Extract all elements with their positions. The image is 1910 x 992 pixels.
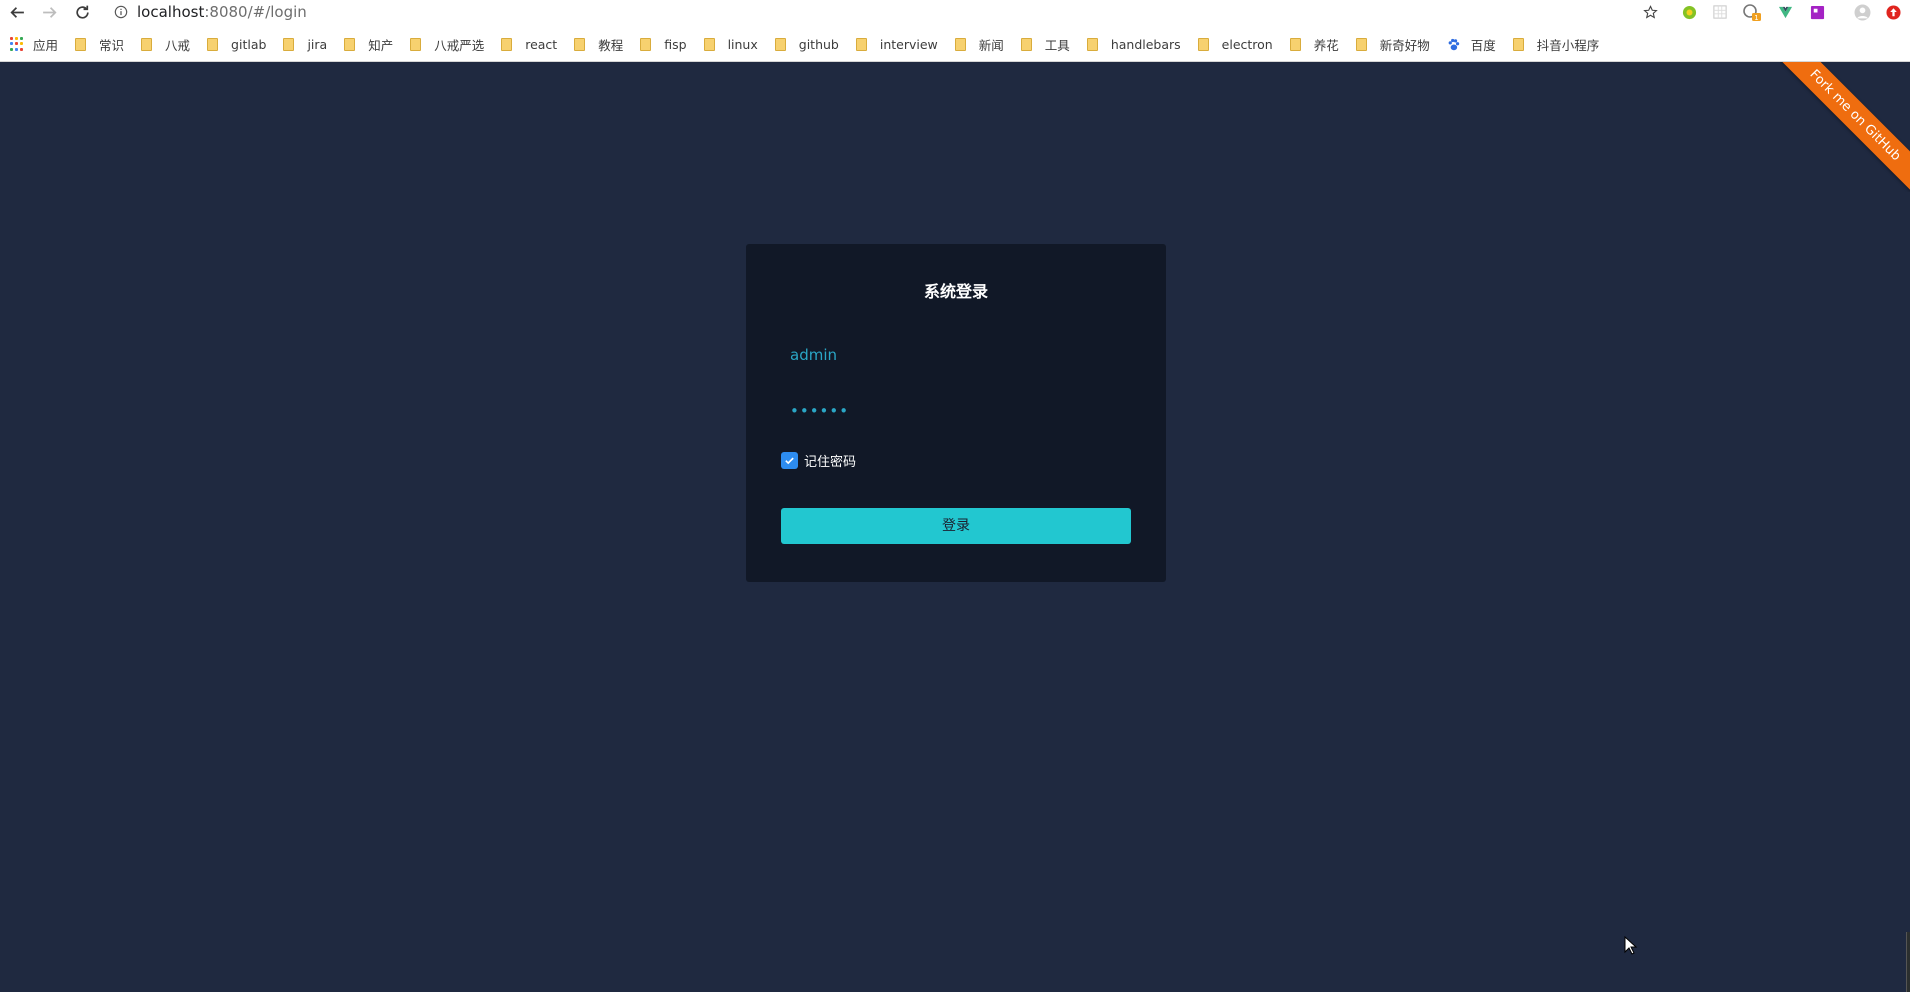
checkbox-checked-icon <box>781 452 798 469</box>
folder-icon <box>1020 37 1032 51</box>
bookmark-label: jira <box>307 36 328 52</box>
bookmark-folder[interactable]: 八戒严选 <box>410 33 484 55</box>
profile-avatar-icon[interactable] <box>1850 0 1874 24</box>
bookmark-folder[interactable]: jira <box>283 33 327 55</box>
bookmark-label: 抖音小程序 <box>1536 37 1600 53</box>
bookmark-folder[interactable]: github <box>774 33 839 55</box>
bookmark-label: 八戒 <box>165 37 191 53</box>
bookmark-label: react <box>525 36 558 52</box>
bookmark-label: gitlab <box>231 36 267 52</box>
bookmark-label: 常识 <box>99 37 125 53</box>
bookmark-folder[interactable]: react <box>501 33 557 55</box>
arrow-right-icon <box>42 6 57 18</box>
password-input[interactable] <box>782 394 1130 428</box>
folder-icon <box>410 37 422 51</box>
extension-green-icon[interactable] <box>1678 0 1700 24</box>
folder-icon <box>1512 37 1524 51</box>
folder-icon <box>774 37 786 51</box>
arrow-left-icon <box>9 6 24 18</box>
bookmark-label: 工具 <box>1044 37 1070 53</box>
github-ribbon[interactable]: Fork me on GitHub <box>1780 62 1910 192</box>
browser-chrome: localhost:8080/#/login 1 应用 常识 八戒 gitlab… <box>0 0 1910 62</box>
bookmark-folder[interactable]: electron <box>1197 33 1273 55</box>
bookmark-label: 教程 <box>598 37 624 53</box>
bookmark-label: interview <box>879 36 938 52</box>
folder-icon <box>703 37 715 51</box>
extension-grid-icon[interactable] <box>1709 0 1731 24</box>
bookmark-douyin-miniapp[interactable]: 抖音小程序 <box>1512 33 1600 55</box>
bookmark-label: 应用 <box>33 37 59 53</box>
folder-icon <box>207 37 219 51</box>
bookmark-label: electron <box>1221 36 1273 52</box>
bookmark-label: 养花 <box>1313 37 1339 53</box>
bookmark-folder[interactable]: 新闻 <box>954 33 1004 55</box>
extension-purple-icon[interactable] <box>1806 0 1828 24</box>
apps-grid-icon <box>10 37 24 51</box>
bookmark-label: linux <box>727 36 758 52</box>
bookmark-folder[interactable]: 养花 <box>1289 33 1339 55</box>
extension-badge-icon[interactable]: 1 <box>1740 0 1764 24</box>
bookmarks-bar: 应用 常识 八戒 gitlab jira 知产 八戒严选 react 教程 fisp linux g… <box>0 33 1910 55</box>
folder-icon <box>855 37 867 51</box>
vue-devtools-icon[interactable] <box>1774 0 1796 24</box>
extension-badge-count: 1 <box>1754 14 1758 22</box>
remember-password-label: 记住密码 <box>804 455 857 470</box>
bookmark-label: 百度 <box>1470 37 1496 53</box>
folder-icon <box>1355 37 1367 51</box>
bookmark-label: 知产 <box>368 37 394 53</box>
github-ribbon-label: Fork me on GitHub <box>1780 62 1910 192</box>
folder-icon <box>501 37 513 51</box>
folder-icon <box>1086 37 1098 51</box>
bookmark-label: fisp <box>664 36 687 52</box>
bookmark-folder[interactable]: 八戒 <box>141 33 190 55</box>
baidu-paw-icon <box>1448 38 1459 50</box>
folder-icon <box>1289 37 1301 51</box>
mouse-cursor-icon <box>1624 936 1638 955</box>
folder-icon <box>283 37 295 51</box>
scrollbar-handle[interactable] <box>1906 932 1910 992</box>
address-bar[interactable]: localhost:8080/#/login <box>137 2 307 22</box>
reload-icon <box>75 5 89 19</box>
bookmark-label: 新奇好物 <box>1379 37 1430 53</box>
bookmark-star-icon[interactable] <box>1639 0 1661 24</box>
bookmark-folder[interactable]: handlebars <box>1086 33 1181 55</box>
bookmark-folder[interactable]: 教程 <box>574 33 623 55</box>
bookmark-label: github <box>798 36 839 52</box>
bookmark-folder[interactable]: linux <box>703 33 758 55</box>
login-button[interactable]: 登录 <box>781 508 1131 544</box>
bookmark-folder[interactable]: 常识 <box>75 33 124 55</box>
bookmark-folder[interactable]: 工具 <box>1020 33 1070 55</box>
reload-button[interactable] <box>71 1 93 23</box>
bookmark-folder[interactable]: interview <box>855 33 938 55</box>
folder-icon <box>954 37 966 51</box>
url-path: :8080/#/login <box>204 3 307 21</box>
folder-icon <box>141 37 153 51</box>
bookmark-apps[interactable]: 应用 <box>10 33 58 55</box>
remember-password-checkbox[interactable]: 记住密码 <box>781 451 856 470</box>
login-title: 系统登录 <box>923 282 988 301</box>
folder-icon <box>75 37 87 51</box>
bookmark-folder[interactable]: 知产 <box>344 33 393 55</box>
site-info-icon[interactable] <box>112 3 130 21</box>
bookmark-label: handlebars <box>1110 36 1181 52</box>
bookmark-label: 八戒严选 <box>434 37 485 53</box>
back-button[interactable] <box>6 1 28 23</box>
bookmark-baidu[interactable]: 百度 <box>1447 33 1496 55</box>
folder-icon <box>574 37 586 51</box>
browser-toolbar: localhost:8080/#/login 1 <box>0 0 1910 24</box>
folder-icon <box>1197 37 1209 51</box>
folder-icon <box>640 37 652 51</box>
bookmark-label: 新闻 <box>978 37 1004 53</box>
folder-icon <box>344 37 356 51</box>
username-input[interactable] <box>782 338 1130 372</box>
bookmark-folder[interactable]: 新奇好物 <box>1355 33 1430 55</box>
url-host: localhost <box>137 3 205 21</box>
update-alert-icon[interactable] <box>1882 0 1904 24</box>
bookmark-folder[interactable]: fisp <box>640 33 687 55</box>
forward-button[interactable] <box>38 1 60 23</box>
login-card: 系统登录 记住密码 登录 <box>746 244 1166 582</box>
bookmark-folder[interactable]: gitlab <box>207 33 266 55</box>
